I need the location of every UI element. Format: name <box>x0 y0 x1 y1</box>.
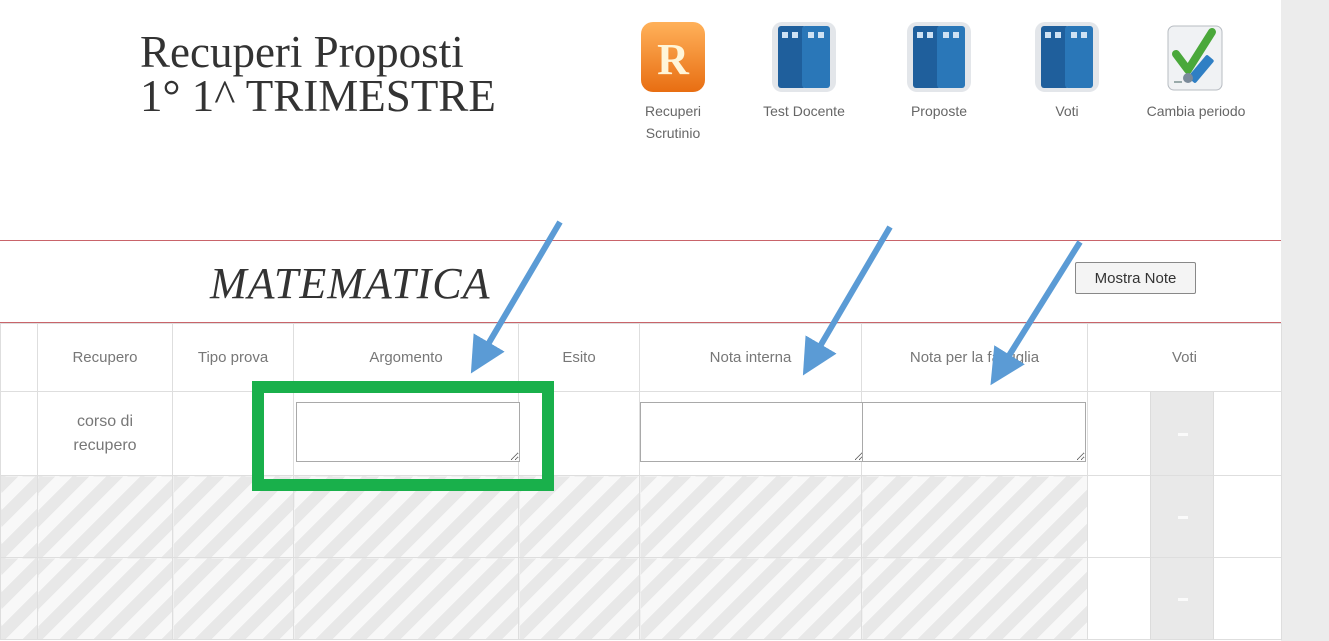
disabled-cell <box>293 557 519 640</box>
disabled-cell <box>0 557 38 640</box>
voti-dropdown-button[interactable] <box>1150 392 1214 475</box>
cambia-periodo-button[interactable]: Cambia periodo <box>1141 20 1251 122</box>
recuperi-r-icon: R <box>641 22 705 92</box>
nota-interna-input[interactable] <box>640 402 864 462</box>
register-book-icon <box>1035 22 1099 92</box>
voti-cell <box>1087 557 1282 640</box>
minus-icon <box>1178 515 1188 519</box>
toolbar-label: Test Docente <box>763 103 845 119</box>
nota-interna-cell <box>639 391 864 476</box>
nota-famiglia-input[interactable] <box>862 402 1086 462</box>
disabled-cell <box>293 475 519 558</box>
voti-cell <box>1087 475 1282 558</box>
toolbar-label: Recuperi Scrutinio <box>644 103 702 141</box>
page-title-line-2: 1° 1^ TRIMESTRE <box>140 71 496 121</box>
table-row <box>0 557 1282 640</box>
voti-dropdown-button[interactable] <box>1150 476 1214 557</box>
column-header-spacer <box>0 323 38 392</box>
table-header-row: Recupero Tipo prova Argomento Esito Nota… <box>0 323 1282 392</box>
disabled-cell <box>172 557 294 640</box>
checkmark-pencil-icon <box>1167 25 1223 91</box>
column-header-nota-famiglia: Nota per la famiglia <box>861 323 1088 392</box>
column-header-tipo-prova: Tipo prova <box>172 323 294 392</box>
column-header-voti: Voti <box>1087 323 1282 392</box>
disabled-cell <box>639 475 862 558</box>
recuperi-scrutinio-button[interactable]: R Recuperi Scrutinio <box>618 20 728 144</box>
toolbar-label: Cambia periodo <box>1146 103 1246 119</box>
column-header-esito: Esito <box>518 323 640 392</box>
register-book-icon <box>907 22 971 92</box>
minus-icon <box>1178 432 1188 436</box>
esito-cell <box>518 391 640 476</box>
page-title: Recuperi Proposti 1° 1^ TRIMESTRE <box>140 27 560 121</box>
test-docente-button[interactable]: Test Docente <box>749 20 859 122</box>
recovery-table: Recupero Tipo prova Argomento Esito Nota… <box>0 323 1282 640</box>
column-header-recupero: Recupero <box>37 323 173 392</box>
minus-icon <box>1178 597 1188 601</box>
toolbar-label: Voti <box>1055 103 1079 119</box>
disabled-cell <box>37 557 173 640</box>
right-scroll-strip <box>1281 0 1329 641</box>
disabled-cell <box>0 475 38 558</box>
argomento-cell <box>293 391 520 476</box>
page-title-line-1: Recuperi Proposti <box>140 27 464 77</box>
table-row: corso di recupero <box>0 391 1282 476</box>
nota-famiglia-cell <box>861 391 1088 476</box>
row-spacer-cell <box>0 391 38 476</box>
voti-dropdown-button[interactable] <box>1150 558 1214 639</box>
disabled-cell <box>639 557 862 640</box>
disabled-cell <box>172 475 294 558</box>
column-header-argomento: Argomento <box>293 323 519 392</box>
tipo-prova-cell <box>172 391 294 476</box>
disabled-cell <box>861 475 1088 558</box>
mostra-note-button[interactable]: Mostra Note <box>1075 262 1196 294</box>
proposte-button[interactable]: Proposte <box>884 20 994 122</box>
disabled-cell <box>518 557 640 640</box>
toolbar-label: Proposte <box>910 103 968 119</box>
recupero-cell: corso di recupero <box>37 391 173 476</box>
table-row <box>0 475 1282 558</box>
disabled-cell <box>37 475 173 558</box>
top-divider <box>0 240 1281 241</box>
disabled-cell <box>861 557 1088 640</box>
svg-text:R: R <box>657 35 690 84</box>
subject-title: MATEMATICA <box>210 259 491 308</box>
argomento-input[interactable] <box>296 402 520 462</box>
voti-cell <box>1087 391 1282 476</box>
column-header-nota-interna: Nota interna <box>639 323 862 392</box>
disabled-cell <box>518 475 640 558</box>
voti-button[interactable]: Voti <box>1012 20 1122 122</box>
register-book-icon <box>772 22 836 92</box>
